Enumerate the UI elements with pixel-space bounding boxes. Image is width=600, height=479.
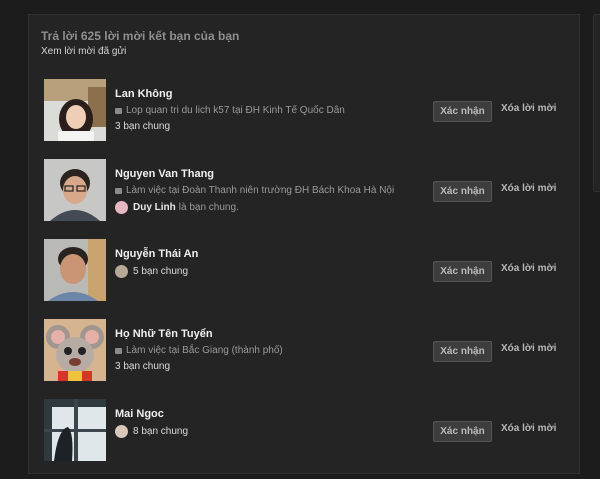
friend-request-item: Họ Nhữ Tên Tuyển Làm việc tại Bắc Giang … bbox=[29, 319, 579, 399]
friend-request-item: Nguyen Van Thang Làm việc tại Đoàn Thanh… bbox=[29, 159, 579, 239]
mutual-friend-avatar bbox=[115, 265, 128, 278]
profile-photo[interactable] bbox=[44, 399, 106, 461]
friend-requests-panel: Trả lời 625 lời mời kết bạn của bạn Xem … bbox=[28, 14, 580, 474]
profile-photo[interactable] bbox=[44, 79, 106, 141]
confirm-button[interactable]: Xác nhận bbox=[433, 341, 492, 362]
requester-info: Lop quan tri du lich k57 tại ĐH Kinh Tế … bbox=[115, 105, 345, 116]
friend-request-item: Mai Ngoc 8 bạn chung Xác nhận Xóa lời mờ… bbox=[29, 399, 579, 479]
requester-info: Làm việc tại Đoàn Thanh niên trường ĐH B… bbox=[115, 185, 394, 196]
briefcase-icon bbox=[115, 107, 122, 114]
page-title: Trả lời 625 lời mời kết bạn của bạn bbox=[41, 29, 240, 43]
friend-request-item: Lan Không Lop quan tri du lich k57 tại Đ… bbox=[29, 79, 579, 159]
delete-request-button[interactable]: Xóa lời mời bbox=[501, 263, 556, 274]
confirm-button[interactable]: Xác nhận bbox=[433, 101, 492, 122]
mutual-friends[interactable]: 8 bạn chung bbox=[115, 425, 188, 438]
requester-name[interactable]: Họ Nhữ Tên Tuyển bbox=[115, 328, 213, 340]
mutual-friend-name[interactable]: Duy Linh bbox=[133, 202, 176, 213]
mutual-friends[interactable]: Duy Linh là bạn chung. bbox=[115, 201, 239, 214]
requester-info: Làm việc tại Bắc Giang (thành phố) bbox=[115, 345, 283, 356]
mutual-friends[interactable]: 3 bạn chung bbox=[115, 121, 170, 132]
view-sent-requests-link[interactable]: Xem lời mời đã gửi bbox=[41, 46, 126, 57]
requester-name[interactable]: Mai Ngoc bbox=[115, 408, 164, 420]
mutual-friends[interactable]: 5 bạn chung bbox=[115, 265, 188, 278]
delete-request-button[interactable]: Xóa lời mời bbox=[501, 423, 556, 434]
confirm-button[interactable]: Xác nhận bbox=[433, 181, 492, 202]
confirm-button[interactable]: Xác nhận bbox=[433, 421, 492, 442]
briefcase-icon bbox=[115, 347, 122, 354]
mutual-friend-avatar bbox=[115, 425, 128, 438]
mutual-count: 5 bạn chung bbox=[133, 266, 189, 277]
requester-name[interactable]: Nguyen Van Thang bbox=[115, 168, 214, 180]
profile-photo[interactable] bbox=[44, 159, 106, 221]
confirm-button[interactable]: Xác nhận bbox=[433, 261, 492, 282]
delete-request-button[interactable]: Xóa lời mời bbox=[501, 103, 556, 114]
mutual-suffix: là bạn chung. bbox=[178, 202, 239, 213]
friend-request-item: Nguyễn Thái An 5 bạn chung Xác nhận Xóa … bbox=[29, 239, 579, 319]
mutual-count: 8 bạn chung bbox=[133, 426, 189, 437]
info-text: Làm việc tại Bắc Giang (thành phố) bbox=[126, 345, 283, 356]
mutual-friends[interactable]: 3 bạn chung bbox=[115, 361, 170, 372]
delete-request-button[interactable]: Xóa lời mời bbox=[501, 183, 556, 194]
requester-name[interactable]: Nguyễn Thái An bbox=[115, 248, 198, 260]
profile-photo[interactable] bbox=[44, 319, 106, 381]
briefcase-icon bbox=[115, 187, 122, 194]
info-text: Làm việc tại Đoàn Thanh niên trường ĐH B… bbox=[126, 185, 395, 196]
profile-photo[interactable] bbox=[44, 239, 106, 301]
delete-request-button[interactable]: Xóa lời mời bbox=[501, 343, 556, 354]
info-text: Lop quan tri du lich k57 tại ĐH Kinh Tế … bbox=[126, 105, 345, 116]
requester-name[interactable]: Lan Không bbox=[115, 88, 172, 100]
mutual-friend-avatar bbox=[115, 201, 128, 214]
right-side-panel bbox=[593, 14, 600, 192]
